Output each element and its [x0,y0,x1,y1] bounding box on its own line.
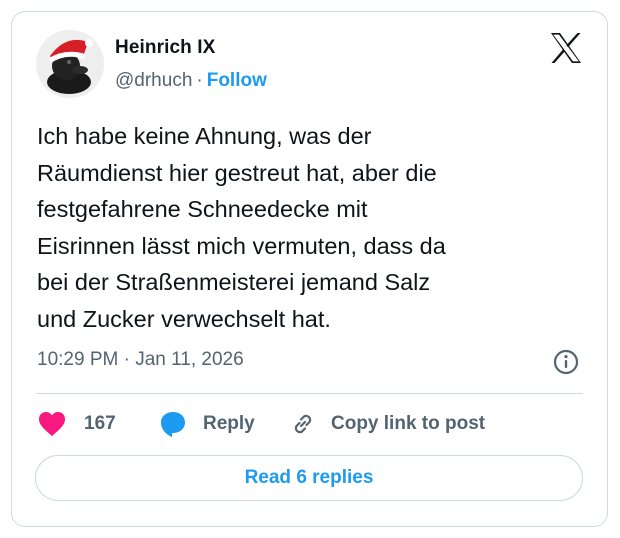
x-logo-icon[interactable] [550,33,582,63]
reply-label: Reply [203,413,255,434]
copy-link-label: Copy link to post [331,413,486,434]
separator-dot: · [196,70,203,91]
like-button[interactable]: 167 [38,406,116,442]
post-timestamp[interactable]: 10:29 PM · Jan 11, 2026 [37,349,244,371]
reply-bubble-icon [161,412,185,437]
info-icon[interactable] [553,349,579,375]
copy-link-button[interactable]: Copy link to post [289,406,485,442]
rubber-duck-santa-hat-avatar-icon [36,30,104,98]
read-replies-button[interactable]: Read 6 replies [35,455,583,501]
reply-button[interactable]: Reply [159,406,255,442]
author-display-name[interactable]: Heinrich IX [115,37,215,59]
link-icon [294,414,312,434]
follow-link[interactable]: Follow [207,70,267,91]
avatar[interactable] [36,30,104,98]
action-bar: 167 Reply Copy link to post [36,406,583,442]
heart-icon [39,412,65,436]
like-count: 167 [84,413,116,434]
post-text: Ich habe keine Ahnung, was der Räumdiens… [37,123,446,332]
author-handle[interactable]: @drhuch [115,70,192,91]
divider [36,393,583,394]
author-handle-row: @drhuch · Follow [115,70,267,92]
